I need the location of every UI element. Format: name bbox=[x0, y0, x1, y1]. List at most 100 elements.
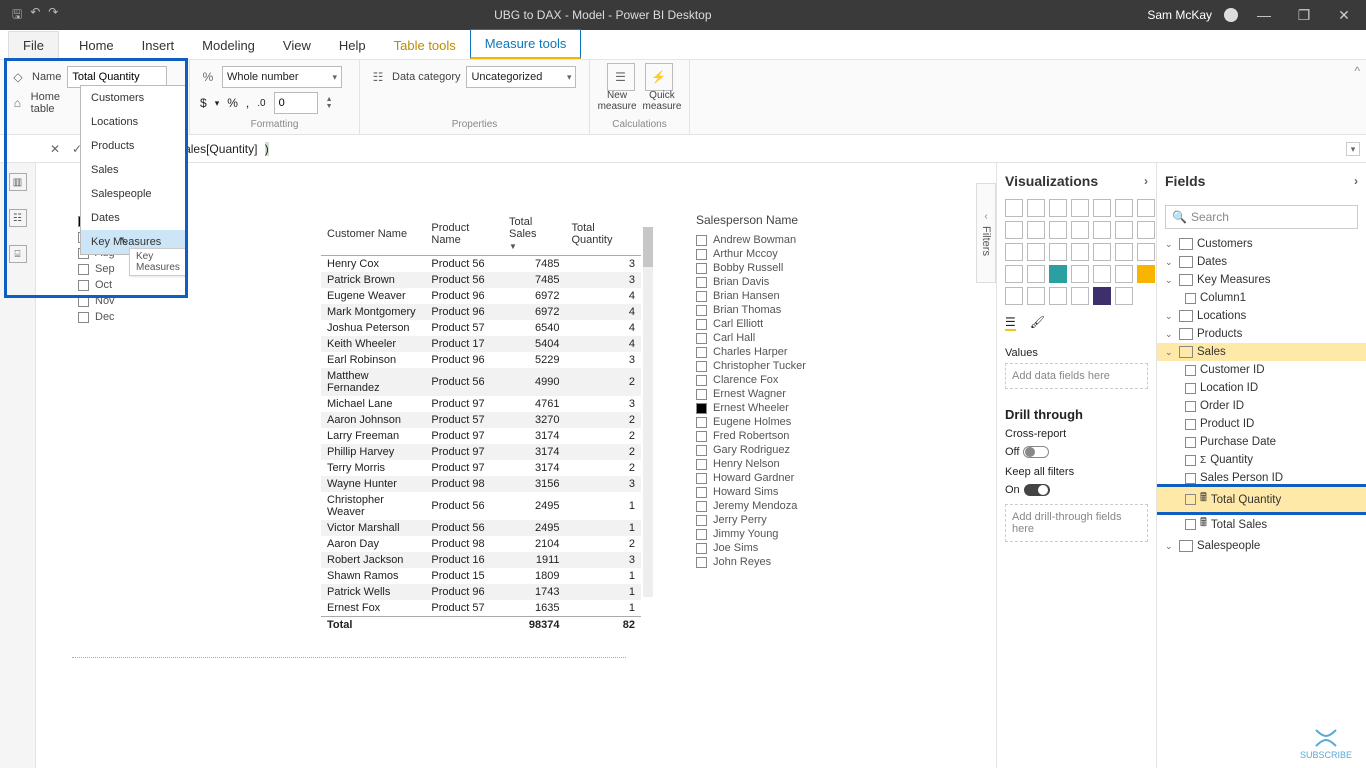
slicer-item[interactable]: Brian Davis bbox=[696, 275, 896, 289]
currency-chevron-icon[interactable]: ▾ bbox=[215, 98, 220, 109]
slicer-item[interactable]: Ernest Wagner bbox=[696, 387, 896, 401]
slicer-item[interactable]: Christopher Tucker bbox=[696, 359, 896, 373]
slicer-item[interactable]: Jerry Perry bbox=[696, 513, 896, 527]
decimals-input[interactable] bbox=[274, 92, 318, 114]
table-row[interactable]: Ernest FoxProduct 5716351 bbox=[321, 600, 641, 617]
slicer-item[interactable]: Joe Sims bbox=[696, 541, 896, 555]
slicer-item[interactable]: John Reyes bbox=[696, 555, 896, 569]
checkbox-icon[interactable] bbox=[78, 312, 89, 323]
spinner-up-icon[interactable]: ▲ bbox=[326, 96, 333, 103]
table-row[interactable]: Robert JacksonProduct 1619113 bbox=[321, 552, 641, 568]
dropdown-item[interactable]: Key Measures ↖ Key Measures bbox=[81, 230, 185, 254]
slicer-item[interactable]: Bobby Russell bbox=[696, 261, 896, 275]
slicer-item[interactable]: Brian Thomas bbox=[696, 303, 896, 317]
slicer-item[interactable]: Jeremy Mendoza bbox=[696, 499, 896, 513]
tab-home[interactable]: Home bbox=[65, 32, 128, 59]
format-tab-icon[interactable]: 🖌 bbox=[1030, 315, 1045, 331]
field-location-id[interactable]: Location ID bbox=[1157, 379, 1366, 397]
close-button[interactable]: ✕ bbox=[1330, 7, 1358, 24]
field-column1[interactable]: Column1 bbox=[1157, 289, 1366, 307]
table-row[interactable]: Larry FreemanProduct 9731742 bbox=[321, 428, 641, 444]
table-row[interactable]: Earl RobinsonProduct 9652293 bbox=[321, 352, 641, 368]
dropdown-item[interactable]: Locations bbox=[81, 110, 185, 134]
tab-measure-tools[interactable]: Measure tools bbox=[470, 29, 582, 59]
percent-button[interactable]: % bbox=[227, 96, 238, 110]
table-row[interactable]: Aaron JohnsonProduct 5732702 bbox=[321, 412, 641, 428]
checkbox-icon[interactable] bbox=[696, 375, 707, 386]
checkbox-icon[interactable] bbox=[696, 333, 707, 344]
tab-modeling[interactable]: Modeling bbox=[188, 32, 269, 59]
checkbox-icon[interactable] bbox=[696, 361, 707, 372]
slicer-item[interactable]: Carl Elliott bbox=[696, 317, 896, 331]
drillthrough-dropzone[interactable]: Add drill-through fields here bbox=[1005, 504, 1148, 542]
table-salespeople[interactable]: ⌄Salespeople bbox=[1157, 537, 1366, 555]
tab-view[interactable]: View bbox=[269, 32, 325, 59]
field-order-id[interactable]: Order ID bbox=[1157, 397, 1366, 415]
minimize-button[interactable]: — bbox=[1250, 7, 1278, 23]
tab-table-tools[interactable]: Table tools bbox=[380, 32, 470, 59]
table-locations[interactable]: ⌄Locations bbox=[1157, 307, 1366, 325]
table-customers[interactable]: ⌄Customers bbox=[1157, 235, 1366, 253]
checkbox-icon[interactable] bbox=[696, 277, 707, 288]
table-row[interactable]: Joshua PetersonProduct 5765404 bbox=[321, 320, 641, 336]
table-row[interactable]: Phillip HarveyProduct 9731742 bbox=[321, 444, 641, 460]
table-row[interactable]: Shawn RamosProduct 1518091 bbox=[321, 568, 641, 584]
home-table-dropdown[interactable]: Customers Locations Products Sales Sales… bbox=[80, 85, 186, 255]
slicer-item[interactable]: Ernest Wheeler bbox=[696, 401, 896, 415]
field-total-sales[interactable]: 🖩Total Sales bbox=[1157, 512, 1366, 537]
checkbox-icon[interactable] bbox=[696, 473, 707, 484]
table-row[interactable]: Christopher WeaverProduct 5624951 bbox=[321, 492, 641, 520]
tab-file[interactable]: File bbox=[8, 31, 59, 59]
table-row[interactable]: Mark MontgomeryProduct 9669724 bbox=[321, 304, 641, 320]
subscribe-watermark[interactable]: SUBSCRIBE bbox=[1300, 728, 1352, 760]
table-row[interactable]: Keith WheelerProduct 1754044 bbox=[321, 336, 641, 352]
dropdown-item[interactable]: Salespeople bbox=[81, 182, 185, 206]
dropdown-item[interactable]: Products bbox=[81, 134, 185, 158]
slicer-item[interactable]: Henry Nelson bbox=[696, 457, 896, 471]
slicer-item[interactable]: Carl Hall bbox=[696, 331, 896, 345]
data-view-button[interactable]: ☷ bbox=[9, 209, 27, 227]
tab-insert[interactable]: Insert bbox=[128, 32, 189, 59]
checkbox-icon[interactable] bbox=[696, 417, 707, 428]
values-dropzone[interactable]: Add data fields here bbox=[1005, 363, 1148, 389]
table-row[interactable]: Michael LaneProduct 9747613 bbox=[321, 396, 641, 412]
field-product-id[interactable]: Product ID bbox=[1157, 415, 1366, 433]
report-view-button[interactable]: ▥ bbox=[9, 173, 27, 191]
redo-icon[interactable]: ↷ bbox=[48, 5, 58, 26]
slicer-item[interactable]: Eugene Holmes bbox=[696, 415, 896, 429]
ribbon-collapse-icon[interactable]: ^ bbox=[1354, 64, 1360, 78]
column-header[interactable]: Product Name bbox=[425, 213, 503, 256]
table-dates[interactable]: ⌄Dates bbox=[1157, 253, 1366, 271]
field-sales-person-id[interactable]: Sales Person ID bbox=[1157, 469, 1366, 487]
slicer-item[interactable]: Howard Sims bbox=[696, 485, 896, 499]
table-row[interactable]: Patrick WellsProduct 9617431 bbox=[321, 584, 641, 600]
checkbox-icon[interactable] bbox=[696, 431, 707, 442]
keep-filters-toggle[interactable] bbox=[1024, 484, 1050, 496]
field-total-quantity[interactable]: 🖩Total Quantity bbox=[1157, 487, 1366, 512]
checkbox-icon[interactable] bbox=[696, 515, 707, 526]
model-view-button[interactable]: ⌸ bbox=[9, 245, 27, 263]
table-row[interactable]: Terry MorrisProduct 9731742 bbox=[321, 460, 641, 476]
cross-report-toggle[interactable] bbox=[1023, 446, 1049, 458]
dropdown-item[interactable]: Customers bbox=[81, 86, 185, 110]
slicer-item[interactable]: Clarence Fox bbox=[696, 373, 896, 387]
table-row[interactable]: Henry CoxProduct 5674853 bbox=[321, 256, 641, 273]
fields-tab-icon[interactable]: ☰ bbox=[1005, 315, 1016, 331]
slicer-item[interactable]: Charles Harper bbox=[696, 345, 896, 359]
slicer-item[interactable]: Brian Hansen bbox=[696, 289, 896, 303]
slicer-item[interactable]: Howard Gardner bbox=[696, 471, 896, 485]
spinner-down-icon[interactable]: ▼ bbox=[326, 103, 333, 110]
slicer-salesperson[interactable]: Salesperson Name Andrew BowmanArthur Mcc… bbox=[696, 213, 896, 569]
cancel-formula-button[interactable]: ✕ bbox=[44, 142, 66, 156]
expand-formula-icon[interactable]: ▾ bbox=[1346, 142, 1360, 156]
slicer-item[interactable]: Gary Rodriguez bbox=[696, 443, 896, 457]
slicer-item[interactable]: Fred Robertson bbox=[696, 429, 896, 443]
dropdown-item[interactable]: Sales bbox=[81, 158, 185, 182]
format-select[interactable]: Whole number ▾ bbox=[222, 66, 342, 88]
filters-pane-collapsed[interactable]: ‹ Filters bbox=[976, 183, 996, 283]
undo-icon[interactable]: ↶ bbox=[30, 5, 40, 26]
checkbox-icon[interactable] bbox=[696, 263, 707, 274]
checkbox-icon[interactable] bbox=[696, 249, 707, 260]
slicer-item[interactable]: Arthur Mccoy bbox=[696, 247, 896, 261]
table-row[interactable]: Aaron DayProduct 9821042 bbox=[321, 536, 641, 552]
